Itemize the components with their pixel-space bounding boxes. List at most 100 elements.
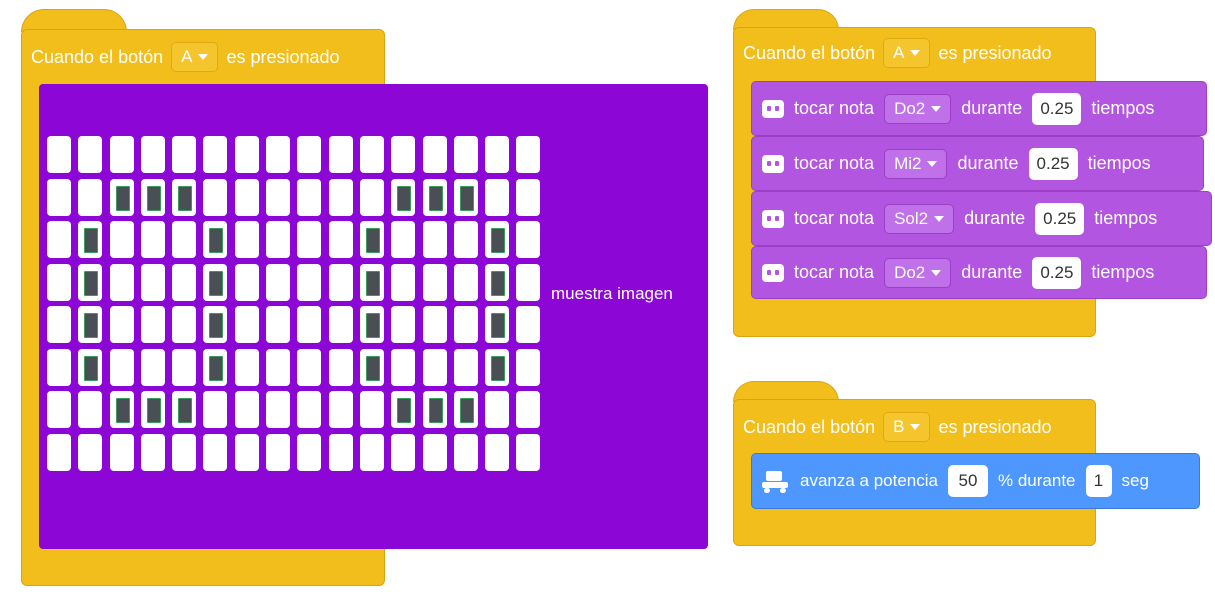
led-cell[interactable] bbox=[297, 306, 322, 343]
led-cell[interactable] bbox=[422, 263, 447, 301]
led-cell[interactable] bbox=[485, 306, 510, 343]
led-cell[interactable] bbox=[172, 136, 197, 173]
show-image-command-block[interactable]: muestra imagen bbox=[39, 84, 708, 549]
led-cell[interactable] bbox=[266, 136, 291, 173]
led-cell[interactable] bbox=[47, 433, 71, 471]
move-forward-power-block[interactable]: avanza a potencia 50 % durante 1 seg bbox=[751, 453, 1200, 509]
led-cell[interactable] bbox=[234, 136, 259, 173]
led-cell[interactable] bbox=[203, 391, 228, 428]
led-cell[interactable] bbox=[203, 136, 228, 173]
led-cell[interactable] bbox=[203, 348, 228, 386]
led-cell[interactable] bbox=[328, 306, 353, 343]
led-cell[interactable] bbox=[328, 433, 353, 471]
led-cell[interactable] bbox=[140, 348, 165, 386]
led-cell[interactable] bbox=[328, 263, 353, 301]
led-cell[interactable] bbox=[328, 348, 353, 386]
led-cell[interactable] bbox=[297, 263, 322, 301]
led-cell[interactable] bbox=[47, 136, 71, 173]
led-cell[interactable] bbox=[266, 263, 291, 301]
led-cell[interactable] bbox=[47, 263, 71, 301]
led-cell[interactable] bbox=[78, 306, 103, 343]
led-cell[interactable] bbox=[78, 221, 103, 258]
led-cell[interactable] bbox=[234, 221, 259, 258]
led-cell[interactable] bbox=[47, 221, 71, 258]
led-cell[interactable] bbox=[203, 178, 228, 216]
led-cell[interactable] bbox=[453, 263, 478, 301]
duration-input[interactable]: 0.25 bbox=[1035, 202, 1085, 235]
led-cell[interactable] bbox=[234, 391, 259, 428]
led-cell[interactable] bbox=[516, 178, 541, 216]
led-cell[interactable] bbox=[109, 391, 134, 428]
led-cell[interactable] bbox=[297, 178, 322, 216]
led-cell[interactable] bbox=[297, 221, 322, 258]
led-cell[interactable] bbox=[328, 178, 353, 216]
led-cell[interactable] bbox=[47, 178, 71, 216]
duration-input[interactable]: 0.25 bbox=[1032, 256, 1082, 289]
led-cell[interactable] bbox=[234, 306, 259, 343]
led-cell[interactable] bbox=[422, 178, 447, 216]
led-cell[interactable] bbox=[359, 263, 384, 301]
led-cell[interactable] bbox=[516, 136, 541, 173]
led-cell[interactable] bbox=[109, 433, 134, 471]
led-cell[interactable] bbox=[203, 263, 228, 301]
led-cell[interactable] bbox=[172, 221, 197, 258]
led-cell[interactable] bbox=[485, 178, 510, 216]
led-cell[interactable] bbox=[140, 221, 165, 258]
led-cell[interactable] bbox=[422, 433, 447, 471]
led-matrix-grid[interactable] bbox=[47, 136, 541, 471]
duration-input[interactable]: 0.25 bbox=[1028, 147, 1078, 180]
led-cell[interactable] bbox=[422, 306, 447, 343]
note-dropdown[interactable]: Sol2 bbox=[884, 203, 955, 234]
led-cell[interactable] bbox=[266, 348, 291, 386]
led-cell[interactable] bbox=[453, 433, 478, 471]
led-cell[interactable] bbox=[391, 263, 416, 301]
led-cell[interactable] bbox=[140, 391, 165, 428]
led-cell[interactable] bbox=[140, 306, 165, 343]
led-cell[interactable] bbox=[485, 221, 510, 258]
led-cell[interactable] bbox=[78, 348, 103, 386]
button-dropdown[interactable]: A bbox=[171, 42, 219, 72]
led-cell[interactable] bbox=[172, 306, 197, 343]
led-cell[interactable] bbox=[453, 306, 478, 343]
led-cell[interactable] bbox=[172, 263, 197, 301]
led-cell[interactable] bbox=[359, 136, 384, 173]
led-cell[interactable] bbox=[328, 136, 353, 173]
led-cell[interactable] bbox=[391, 391, 416, 428]
note-dropdown[interactable]: Do2 bbox=[884, 93, 952, 124]
play-note-block-3[interactable]: tocar nota Sol2 durante 0.25 tiempos bbox=[751, 191, 1212, 246]
led-cell[interactable] bbox=[203, 306, 228, 343]
led-cell[interactable] bbox=[266, 433, 291, 471]
led-cell[interactable] bbox=[140, 263, 165, 301]
led-cell[interactable] bbox=[140, 178, 165, 216]
led-cell[interactable] bbox=[485, 263, 510, 301]
play-note-block-1[interactable]: tocar nota Do2 durante 0.25 tiempos bbox=[751, 81, 1207, 136]
led-cell[interactable] bbox=[328, 221, 353, 258]
led-cell[interactable] bbox=[328, 391, 353, 428]
power-input[interactable]: 50 bbox=[948, 465, 988, 497]
led-cell[interactable] bbox=[297, 136, 322, 173]
led-cell[interactable] bbox=[297, 433, 322, 471]
led-cell[interactable] bbox=[359, 433, 384, 471]
led-cell[interactable] bbox=[109, 263, 134, 301]
led-cell[interactable] bbox=[297, 391, 322, 428]
led-cell[interactable] bbox=[78, 433, 103, 471]
led-cell[interactable] bbox=[47, 306, 71, 343]
led-cell[interactable] bbox=[359, 306, 384, 343]
led-cell[interactable] bbox=[172, 178, 197, 216]
button-dropdown[interactable]: A bbox=[883, 38, 931, 68]
led-cell[interactable] bbox=[297, 348, 322, 386]
led-cell[interactable] bbox=[391, 178, 416, 216]
led-cell[interactable] bbox=[485, 136, 510, 173]
play-note-block-4[interactable]: tocar nota Do2 durante 0.25 tiempos bbox=[751, 246, 1207, 299]
led-cell[interactable] bbox=[172, 348, 197, 386]
led-cell[interactable] bbox=[422, 348, 447, 386]
led-cell[interactable] bbox=[516, 306, 541, 343]
button-dropdown[interactable]: B bbox=[883, 412, 931, 442]
led-cell[interactable] bbox=[109, 348, 134, 386]
led-cell[interactable] bbox=[109, 136, 134, 173]
led-cell[interactable] bbox=[234, 348, 259, 386]
led-cell[interactable] bbox=[78, 391, 103, 428]
led-cell[interactable] bbox=[359, 221, 384, 258]
duration-input[interactable]: 0.25 bbox=[1032, 92, 1082, 125]
led-cell[interactable] bbox=[516, 348, 541, 386]
